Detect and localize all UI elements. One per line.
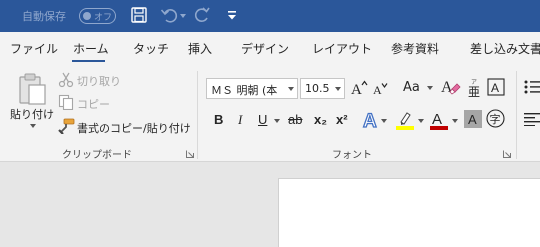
- highlight-dropdown-icon[interactable]: [418, 119, 424, 123]
- svg-text:A: A: [363, 111, 377, 130]
- bullets-icon[interactable]: [524, 80, 540, 94]
- svg-text:亜: 亜: [468, 85, 480, 97]
- svg-text:A: A: [491, 81, 499, 95]
- change-case-label[interactable]: Aa: [403, 80, 420, 95]
- text-effects-dropdown-icon[interactable]: [381, 119, 387, 123]
- font-group-label: フォント: [332, 150, 372, 161]
- superscript-button[interactable]: x²: [336, 112, 348, 127]
- group-separator: [516, 71, 517, 159]
- phonetic-guide-icon[interactable]: ア 亜: [466, 77, 484, 97]
- font-size-combo[interactable]: 10.5: [300, 78, 345, 99]
- enclose-characters-icon[interactable]: 字: [486, 109, 505, 128]
- toggle-knob: [83, 11, 91, 20]
- save-icon[interactable]: [130, 6, 148, 24]
- shrink-font-icon[interactable]: A: [373, 81, 388, 96]
- tab-touch[interactable]: タッチ: [133, 40, 169, 57]
- paste-button-label[interactable]: 貼り付け: [10, 106, 54, 122]
- svg-text:A: A: [432, 111, 442, 128]
- redo-icon[interactable]: [193, 6, 211, 24]
- font-name-value: ＭＳ 明朝 (本: [211, 84, 278, 97]
- clear-formatting-icon[interactable]: A: [441, 77, 461, 97]
- undo-icon[interactable]: [160, 6, 178, 24]
- tab-file[interactable]: ファイル: [10, 40, 58, 57]
- paste-icon[interactable]: [16, 72, 48, 106]
- grow-font-icon[interactable]: A: [351, 79, 368, 96]
- text-effects-icon[interactable]: A: [362, 110, 380, 130]
- underline-dropdown-icon[interactable]: [274, 119, 280, 123]
- font-size-dropdown-icon[interactable]: [335, 87, 341, 91]
- font-dialog-launcher-icon[interactable]: [503, 150, 511, 158]
- svg-text:A: A: [351, 82, 362, 96]
- highlight-color-icon[interactable]: [396, 110, 414, 130]
- italic-button[interactable]: I: [238, 112, 242, 128]
- character-shading-icon[interactable]: A: [464, 110, 482, 128]
- clipboard-dialog-launcher-icon[interactable]: [186, 150, 194, 158]
- underline-button[interactable]: U: [258, 112, 267, 127]
- autosave-toggle[interactable]: オフ: [79, 8, 116, 24]
- autosave-toggle-state: オフ: [94, 13, 113, 23]
- undo-dropdown-icon[interactable]: [180, 14, 186, 18]
- font-size-value: 10.5: [305, 82, 330, 95]
- tab-home[interactable]: ホーム: [73, 40, 109, 57]
- tab-mailings[interactable]: 差し込み文書: [470, 40, 540, 57]
- bold-button[interactable]: B: [214, 112, 223, 127]
- align-left-icon[interactable]: [524, 112, 540, 126]
- paste-dropdown-icon[interactable]: [30, 124, 36, 128]
- cut-button-label[interactable]: 切り取り: [77, 73, 121, 89]
- font-name-dropdown-icon[interactable]: [288, 87, 294, 91]
- tab-insert[interactable]: 挿入: [188, 40, 212, 57]
- format-painter-icon[interactable]: [58, 118, 75, 134]
- font-color-icon[interactable]: A: [430, 110, 448, 130]
- svg-text:字: 字: [490, 112, 501, 126]
- title-bar: 自動保存 オフ: [0, 0, 540, 32]
- group-separator: [197, 71, 198, 159]
- active-tab-indicator: [72, 60, 105, 62]
- clipboard-group-label: クリップボード: [62, 150, 132, 161]
- autosave-label: 自動保存: [22, 10, 66, 23]
- cut-icon[interactable]: [58, 72, 74, 88]
- strikethrough-button[interactable]: ab: [288, 112, 302, 127]
- font-color-dropdown-icon[interactable]: [452, 119, 458, 123]
- tab-references[interactable]: 参考資料: [391, 40, 439, 57]
- customize-qat-icon[interactable]: [228, 11, 236, 20]
- change-case-dropdown-icon[interactable]: [427, 86, 433, 90]
- tab-design[interactable]: デザイン: [241, 40, 289, 57]
- character-border-icon[interactable]: A: [487, 78, 505, 96]
- subscript-button[interactable]: x₂: [314, 112, 327, 127]
- font-name-combo[interactable]: ＭＳ 明朝 (本: [206, 78, 298, 99]
- svg-text:A: A: [373, 83, 382, 96]
- format-painter-label[interactable]: 書式のコピー/貼り付け: [77, 120, 191, 136]
- document-page[interactable]: [278, 178, 540, 247]
- tab-layout[interactable]: レイアウト: [312, 40, 372, 57]
- copy-button-label[interactable]: コピー: [77, 96, 110, 112]
- copy-icon[interactable]: [58, 94, 74, 110]
- svg-text:A: A: [468, 112, 477, 127]
